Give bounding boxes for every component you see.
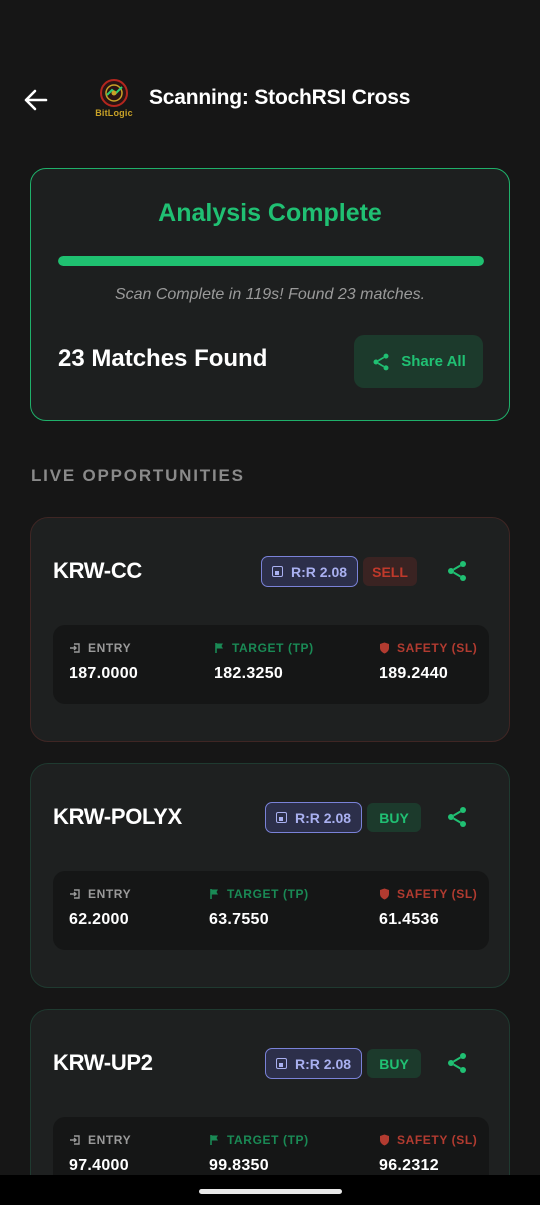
risk-reward-value: R:R 2.08 [295,1055,352,1072]
entry-value: 97.4000 [69,1157,129,1174]
chart-icon [272,566,283,577]
opportunity-card[interactable]: KRW-POLYX R:R 2.08 BUY ENTRY 62.2000 TAR… [30,763,510,988]
system-nav-bar [0,1175,540,1205]
entry-label-text: ENTRY [88,887,132,901]
opportunity-card[interactable]: KRW-CC R:R 2.08 SELL ENTRY 187.0000 TARG… [30,517,510,742]
share-all-label: Share All [401,353,466,370]
entry-label-text: ENTRY [88,1133,132,1147]
share-button[interactable] [445,805,469,829]
side-badge: BUY [367,1049,421,1078]
header: BitLogic Scanning: StochRSI Cross [0,70,540,130]
side-badge: SELL [363,557,417,586]
symbol-label: KRW-POLYX [53,804,182,829]
share-button[interactable] [445,559,469,583]
entry-label: ENTRY [69,1133,131,1147]
entry-label-text: ENTRY [88,641,132,655]
entry-value: 62.2000 [69,911,129,928]
price-levels-panel: ENTRY 187.0000 TARGET (TP) 182.3250 SAFE… [53,625,489,704]
share-icon [448,807,466,827]
share-icon [448,561,466,581]
target-label: TARGET (TP) [214,641,314,655]
logo-icon [100,79,128,107]
safety-label-text: SAFETY (SL) [397,641,478,655]
safety-label-text: SAFETY (SL) [397,1133,478,1147]
entry-level: ENTRY 187.0000 [69,641,138,683]
target-value: 182.3250 [214,665,284,682]
chart-icon [276,812,287,823]
entry-level: ENTRY 97.4000 [69,1133,131,1175]
risk-reward-value: R:R 2.08 [295,809,352,826]
target-value: 99.8350 [209,1157,269,1174]
section-heading: LIVE OPPORTUNITIES [31,466,245,485]
safety-level: SAFETY (SL) 61.4536 [379,887,477,929]
safety-value: 61.4536 [379,911,439,928]
target-label: TARGET (TP) [209,887,309,901]
safety-label: SAFETY (SL) [379,641,477,655]
analysis-card: Analysis Complete Scan Complete in 119s!… [30,168,510,421]
share-icon [448,1053,466,1073]
analysis-title: Analysis Complete [158,199,382,227]
home-indicator[interactable] [199,1189,342,1194]
risk-reward-badge: R:R 2.08 [265,1048,363,1079]
bitlogic-logo: BitLogic [94,78,134,124]
flag-icon [215,643,223,653]
safety-level: SAFETY (SL) 96.2312 [379,1133,477,1175]
chart-icon [276,1058,287,1069]
price-levels-panel: ENTRY 62.2000 TARGET (TP) 63.7550 SAFETY… [53,871,489,950]
target-label-text: TARGET (TP) [227,1133,309,1147]
flag-icon [210,1135,218,1145]
matches-count: 23 Matches Found [58,345,268,372]
entry-value: 187.0000 [69,665,139,682]
login-icon [70,889,80,899]
safety-value: 96.2312 [379,1157,439,1174]
shield-icon [380,888,389,900]
shield-icon [380,1134,389,1146]
target-level: TARGET (TP) 99.8350 [209,1133,309,1175]
back-button[interactable] [18,84,52,116]
scan-progress-bar [58,256,484,266]
target-level: TARGET (TP) 63.7550 [209,887,309,929]
share-all-button[interactable]: Share All [354,335,483,388]
safety-value: 189.2440 [379,665,449,682]
risk-reward-badge: R:R 2.08 [265,802,363,833]
entry-label: ENTRY [69,641,138,655]
safety-label: SAFETY (SL) [379,887,477,901]
target-label: TARGET (TP) [209,1133,309,1147]
symbol-label: KRW-CC [53,558,143,583]
symbol-label: KRW-UP2 [53,1050,153,1075]
safety-label-text: SAFETY (SL) [397,887,478,901]
flag-icon [210,889,218,899]
arrow-left-icon [24,89,48,111]
share-icon [373,353,389,370]
scan-progress-fill [58,256,484,266]
target-label-text: TARGET (TP) [227,887,309,901]
page-title: Scanning: StochRSI Cross [149,86,411,109]
scan-status-text: Scan Complete in 119s! Found 23 matches. [114,286,426,303]
target-level: TARGET (TP) 182.3250 [214,641,314,683]
risk-reward-badge: R:R 2.08 [261,556,359,587]
logo-text: BitLogic [95,108,133,118]
target-label-text: TARGET (TP) [232,641,314,655]
risk-reward-value: R:R 2.08 [291,563,348,580]
safety-label: SAFETY (SL) [379,1133,477,1147]
entry-level: ENTRY 62.2000 [69,887,131,929]
side-badge: BUY [367,803,421,832]
entry-label: ENTRY [69,887,131,901]
share-button[interactable] [445,1051,469,1075]
safety-level: SAFETY (SL) 189.2440 [379,641,477,683]
login-icon [70,1135,80,1145]
app-screen: BitLogic Scanning: StochRSI Cross Analys… [0,0,540,1205]
shield-icon [380,642,389,654]
login-icon [70,643,80,653]
target-value: 63.7550 [209,911,269,928]
